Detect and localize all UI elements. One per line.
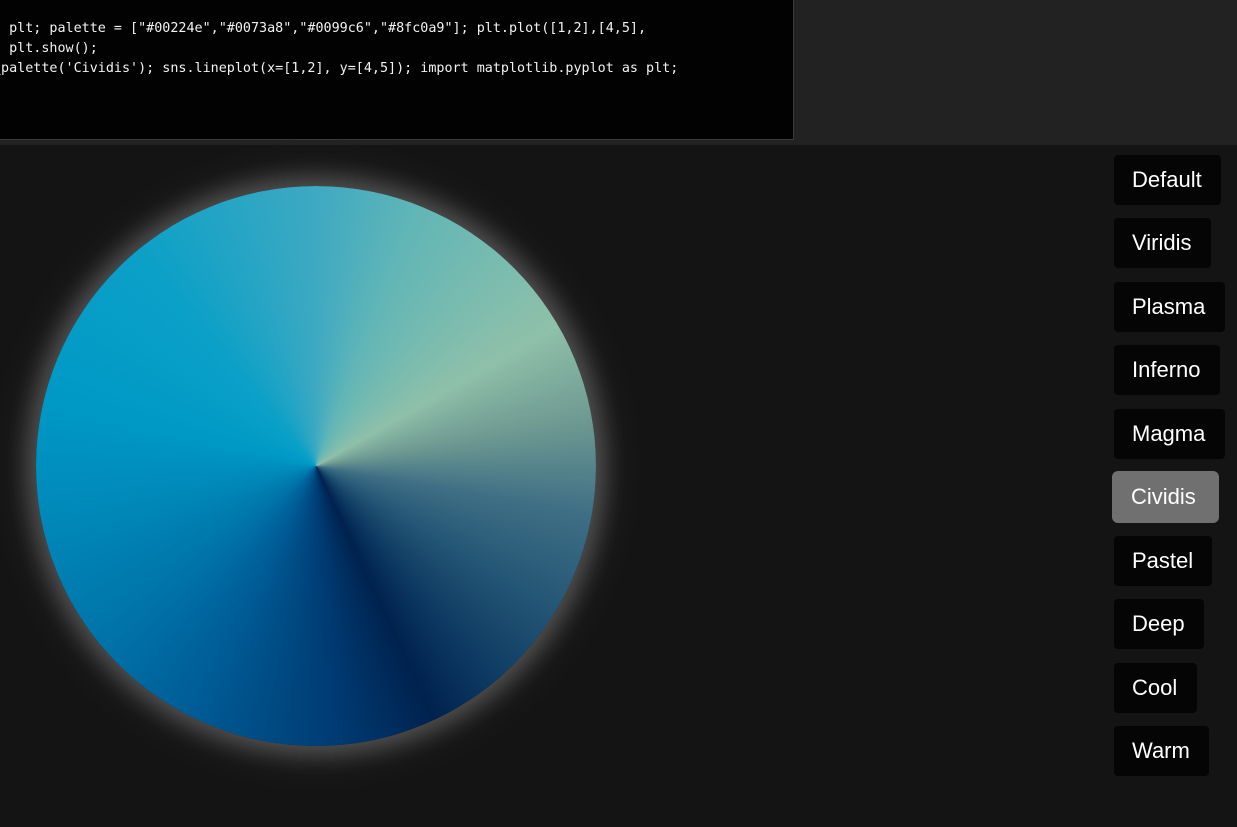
code-panel[interactable]: s plt; palette = ["#00224e","#0073a8","#… <box>0 0 794 140</box>
palette-button-deep[interactable]: Deep <box>1114 599 1204 649</box>
palette-button-inferno[interactable]: Inferno <box>1114 345 1220 395</box>
palette-button-magma[interactable]: Magma <box>1114 409 1225 459</box>
palette-button-plasma[interactable]: Plasma <box>1114 282 1225 332</box>
code-line: , plt.show(); <box>0 41 98 56</box>
palette-button-warm[interactable]: Warm <box>1114 726 1209 776</box>
palette-button-viridis[interactable]: Viridis <box>1114 218 1211 268</box>
color-wheel <box>36 186 596 746</box>
palette-button-default[interactable]: Default <box>1114 155 1221 205</box>
palette-button-cividis[interactable]: Cividis <box>1112 471 1219 523</box>
palette-button-pastel[interactable]: Pastel <box>1114 536 1212 586</box>
code-line: _palette('Cividis'); sns.lineplot(x=[1,2… <box>0 61 679 76</box>
code-line: s plt; palette = ["#00224e","#0073a8","#… <box>0 21 647 36</box>
palette-button-cool[interactable]: Cool <box>1114 663 1197 713</box>
